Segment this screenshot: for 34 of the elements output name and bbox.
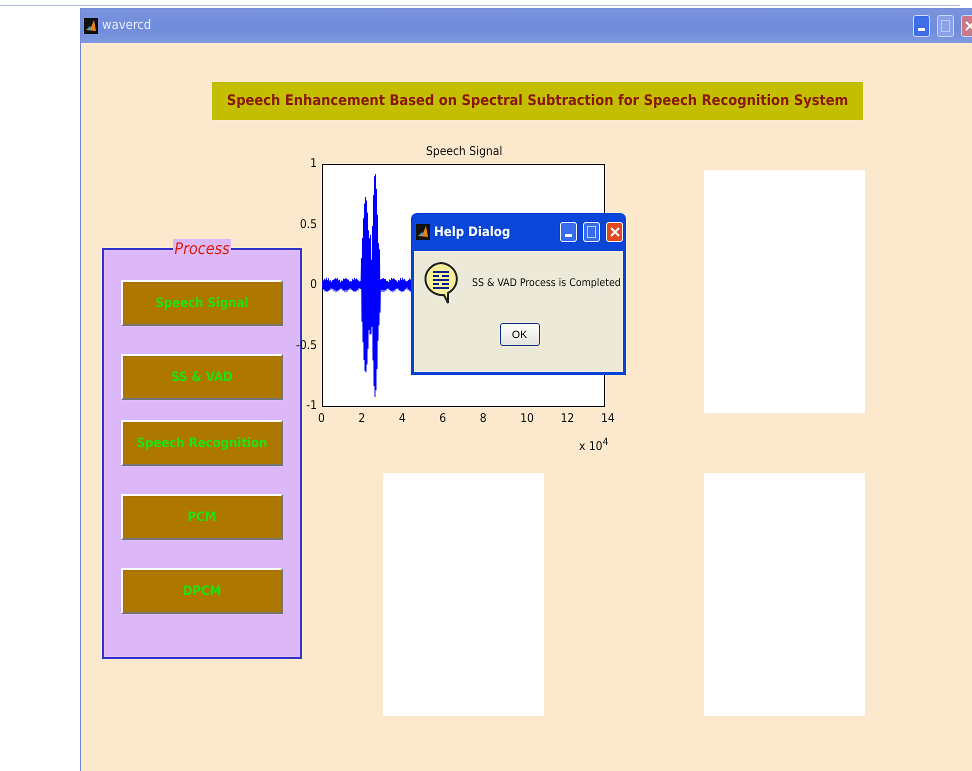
banner-title: Speech Enhancement Based on Spectral Subtraction for Speech Recognition System [212, 82, 863, 120]
maximize-icon [941, 20, 950, 32]
close-icon [610, 227, 620, 237]
axis-tick-label: 8 [480, 411, 487, 425]
plot-title: Speech Signal [426, 144, 504, 160]
axis-multiplier: x 10$^{4}$ [579, 437, 608, 453]
app-logo-icon [416, 224, 430, 240]
process-button[interactable]: SS & VAD [121, 354, 283, 400]
ok-button[interactable]: OK [500, 323, 540, 346]
axis-tick-label: 4 [398, 411, 406, 425]
minimize-button[interactable] [913, 14, 930, 36]
process-button[interactable]: Speech Recognition [121, 420, 283, 466]
maximize-icon [587, 226, 596, 238]
axis-tick-label: 12 [560, 411, 574, 425]
axis-tick-label: -1 [306, 398, 317, 412]
help-speech-bubble-icon [422, 261, 460, 305]
axis-tick-label: 0 [310, 277, 317, 291]
app-logo-icon [84, 18, 98, 34]
axis-tick-label: 0.5 [300, 216, 317, 230]
axis-tick-label: 14 [601, 411, 615, 425]
process-button[interactable]: Speech Signal [121, 280, 283, 326]
axis-tick-label: 6 [439, 411, 446, 425]
axis-tick-label: 0 [318, 411, 325, 425]
dialog-title: Help Dialog [434, 224, 510, 240]
window-title: wavercd [102, 18, 152, 33]
minimize-icon [918, 28, 925, 32]
axis-tick-label: 2 [358, 411, 366, 425]
dialog-message: SS & VAD Process is Completed [472, 277, 621, 289]
minimize-icon [565, 234, 572, 237]
process-button[interactable]: DPCM [121, 568, 283, 614]
process-button[interactable]: PCM [121, 494, 283, 540]
axis-tick-label: 1 [310, 156, 317, 170]
close-icon [964, 20, 972, 30]
axis-tick-label: 10 [520, 411, 534, 425]
